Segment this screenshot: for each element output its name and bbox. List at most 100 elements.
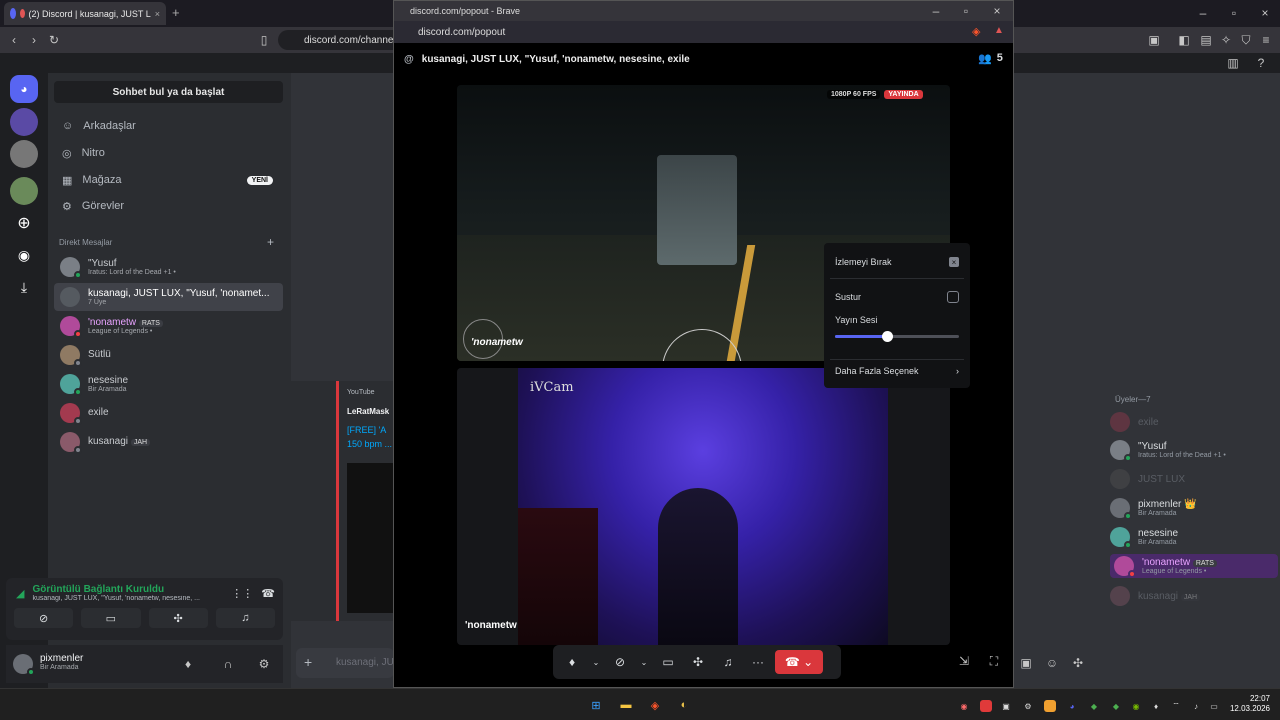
new-tab-button[interactable]: +	[172, 5, 180, 20]
tray-icon[interactable]: ◆	[1088, 700, 1100, 712]
leo-icon[interactable]: ✧	[1218, 32, 1234, 48]
add-server-icon[interactable]: ⊕	[10, 209, 38, 237]
noise-suppression-icon[interactable]: ⋮⋮	[231, 587, 253, 600]
nvidia-icon[interactable]: ◉	[1130, 700, 1142, 712]
embed-link[interactable]: 150 bpm ...	[347, 439, 392, 449]
stream-tile-camera[interactable]: iVCam 'nonametw	[457, 368, 950, 645]
pop-in-icon[interactable]: ⇲	[956, 653, 972, 669]
chevron-down-icon[interactable]: ⌄	[637, 650, 651, 674]
minimize-icon[interactable]: –	[1195, 5, 1211, 21]
bookmark-icon[interactable]: ▯	[256, 32, 272, 48]
member-item[interactable]: "Yusuf Iratus: Lord of the Dead +1 •	[1110, 438, 1278, 462]
back-icon[interactable]: ‹	[6, 32, 22, 48]
tray-icon[interactable]: ◉	[958, 700, 970, 712]
microphone-button[interactable]: ♦	[559, 650, 585, 674]
forward-icon[interactable]: ›	[26, 32, 42, 48]
dm-item[interactable]: kusanagi JAH	[54, 428, 283, 456]
nav-friends[interactable]: ☺ Arkadaşlar	[54, 114, 283, 138]
volume-knob[interactable]	[882, 331, 894, 342]
dm-item[interactable]: "Yusuf Iratus: Lord of the Dead +1 •	[54, 253, 283, 281]
headphones-icon[interactable]: ∩	[220, 656, 236, 672]
close-icon[interactable]: ×	[1257, 5, 1273, 21]
apps-icon[interactable]: ✣	[1070, 655, 1086, 671]
gift-icon[interactable]: ▣	[1018, 655, 1034, 671]
nav-shop[interactable]: ▦ Mağaza YENİ	[54, 168, 283, 192]
camera-off-button[interactable]: ⊘	[14, 608, 74, 628]
discord-home-icon[interactable]: ◕	[10, 75, 38, 103]
fullscreen-icon[interactable]: ⛶	[986, 653, 1002, 669]
emoji-icon[interactable]: ☺	[1044, 655, 1060, 671]
mute-item[interactable]: Sustur	[824, 289, 970, 305]
embed-link[interactable]: [FREE] 'A	[347, 425, 386, 435]
dm-item[interactable]: 'nonametw RATS League of Legends •	[54, 312, 283, 340]
nav-quests[interactable]: ⚙ Görevler	[54, 194, 283, 218]
participants-button[interactable]: 👥 5	[978, 52, 1003, 65]
search-button[interactable]: Sohbet bul ya da başlat	[54, 81, 283, 103]
server-icon[interactable]	[10, 140, 38, 168]
dm-item[interactable]: Sütlü	[54, 341, 283, 369]
member-item-highlighted[interactable]: 'nonametw RATS League of Legends •	[1110, 554, 1278, 578]
member-item[interactable]: exile	[1110, 410, 1278, 434]
file-explorer-icon[interactable]: ▬	[618, 697, 634, 713]
menu-icon[interactable]: ≡	[1258, 32, 1274, 48]
help-icon[interactable]: ?	[1253, 55, 1269, 71]
message-input[interactable]: + kusanagi, JU	[296, 648, 394, 678]
more-options-item[interactable]: Daha Fazla Seçenek ›	[824, 363, 970, 379]
avatar[interactable]	[13, 654, 35, 676]
embed-video[interactable]	[347, 463, 397, 613]
tray-icon[interactable]	[1044, 700, 1056, 712]
brave-shield-icon[interactable]: ◈	[972, 25, 980, 38]
screen-share-button[interactable]: ▭	[81, 608, 141, 628]
microphone-icon[interactable]: ♦	[1150, 700, 1162, 712]
clock[interactable]: 22:07 12.03.2026	[1228, 694, 1270, 715]
embed-title[interactable]: LeRatMask	[347, 407, 389, 416]
sidebar-icon[interactable]: ◧	[1176, 32, 1192, 48]
app-icon[interactable]: ◐	[676, 697, 692, 713]
dm-item-selected[interactable]: kusanagi, JUST LUX, "Yusuf, 'nonamet... 7…	[54, 283, 283, 311]
vpn-icon[interactable]: ⛉	[1238, 32, 1254, 48]
hangup-button[interactable]: ☎ ⌄	[775, 650, 823, 674]
new-dm-button[interactable]: +	[267, 235, 274, 249]
wifi-icon[interactable]: ⌔	[1170, 700, 1182, 712]
volume-icon[interactable]: ♪	[1190, 700, 1202, 712]
soundboard-button[interactable]: ♫	[715, 650, 741, 674]
server-icon[interactable]	[10, 177, 38, 205]
settings-icon[interactable]: ⚙	[256, 656, 272, 672]
mute-checkbox[interactable]	[947, 291, 959, 303]
member-item[interactable]: pixmenler 👑 Bir Aramada	[1110, 496, 1278, 520]
close-tab-icon[interactable]: ×	[155, 9, 160, 19]
nav-nitro[interactable]: ◎ Nitro	[54, 141, 283, 165]
soundboard-button[interactable]: ♫	[215, 608, 275, 628]
tray-icon[interactable]	[980, 700, 992, 712]
minimize-icon[interactable]: –	[928, 3, 944, 19]
brave-rewards-icon[interactable]: ▲	[994, 25, 1004, 36]
close-icon[interactable]: ×	[989, 3, 1005, 19]
disconnect-icon[interactable]: ☎	[261, 587, 275, 600]
camera-off-button[interactable]: ⊘	[607, 650, 633, 674]
brave-browser-icon[interactable]: ◈	[647, 697, 663, 713]
stop-watching-item[interactable]: İzlemeyi Bırak ×	[824, 254, 970, 270]
browser-tab-discord[interactable]: (2) Discord | kusanagi, JUST L ×	[4, 2, 166, 25]
microphone-icon[interactable]: ♦	[180, 656, 196, 672]
reload-icon[interactable]: ↻	[46, 32, 62, 48]
dm-item[interactable]: exile	[54, 399, 283, 427]
tray-icon[interactable]: ◆	[1110, 700, 1122, 712]
more-icon[interactable]: ···	[745, 650, 771, 674]
inbox-icon[interactable]: ▥	[1225, 55, 1241, 71]
discord-tray-icon[interactable]: ◕	[1066, 700, 1078, 712]
member-item[interactable]: nesesine Bir Aramada	[1110, 525, 1278, 549]
popout-address-bar[interactable]: discord.com/popout ◈ ▲	[394, 21, 1013, 43]
member-item[interactable]: JUST LUX	[1110, 467, 1278, 491]
server-icon[interactable]	[10, 108, 38, 136]
tray-icon[interactable]: ⚙	[1022, 700, 1034, 712]
extensions-icon[interactable]: ▣	[1146, 32, 1162, 48]
wallet-icon[interactable]: ▤	[1198, 32, 1214, 48]
dm-item[interactable]: nesesine Bir Aramada	[54, 370, 283, 398]
download-icon[interactable]: ⤓	[10, 273, 38, 301]
member-item[interactable]: kusanagi JAH	[1110, 584, 1278, 608]
windows-start-icon[interactable]: ⊞	[588, 697, 604, 713]
chevron-down-icon[interactable]: ⌄	[589, 650, 603, 674]
add-attachment-icon[interactable]: +	[304, 654, 312, 670]
screen-share-button[interactable]: ▭	[655, 650, 681, 674]
maximize-icon[interactable]: ▫	[1226, 5, 1242, 21]
